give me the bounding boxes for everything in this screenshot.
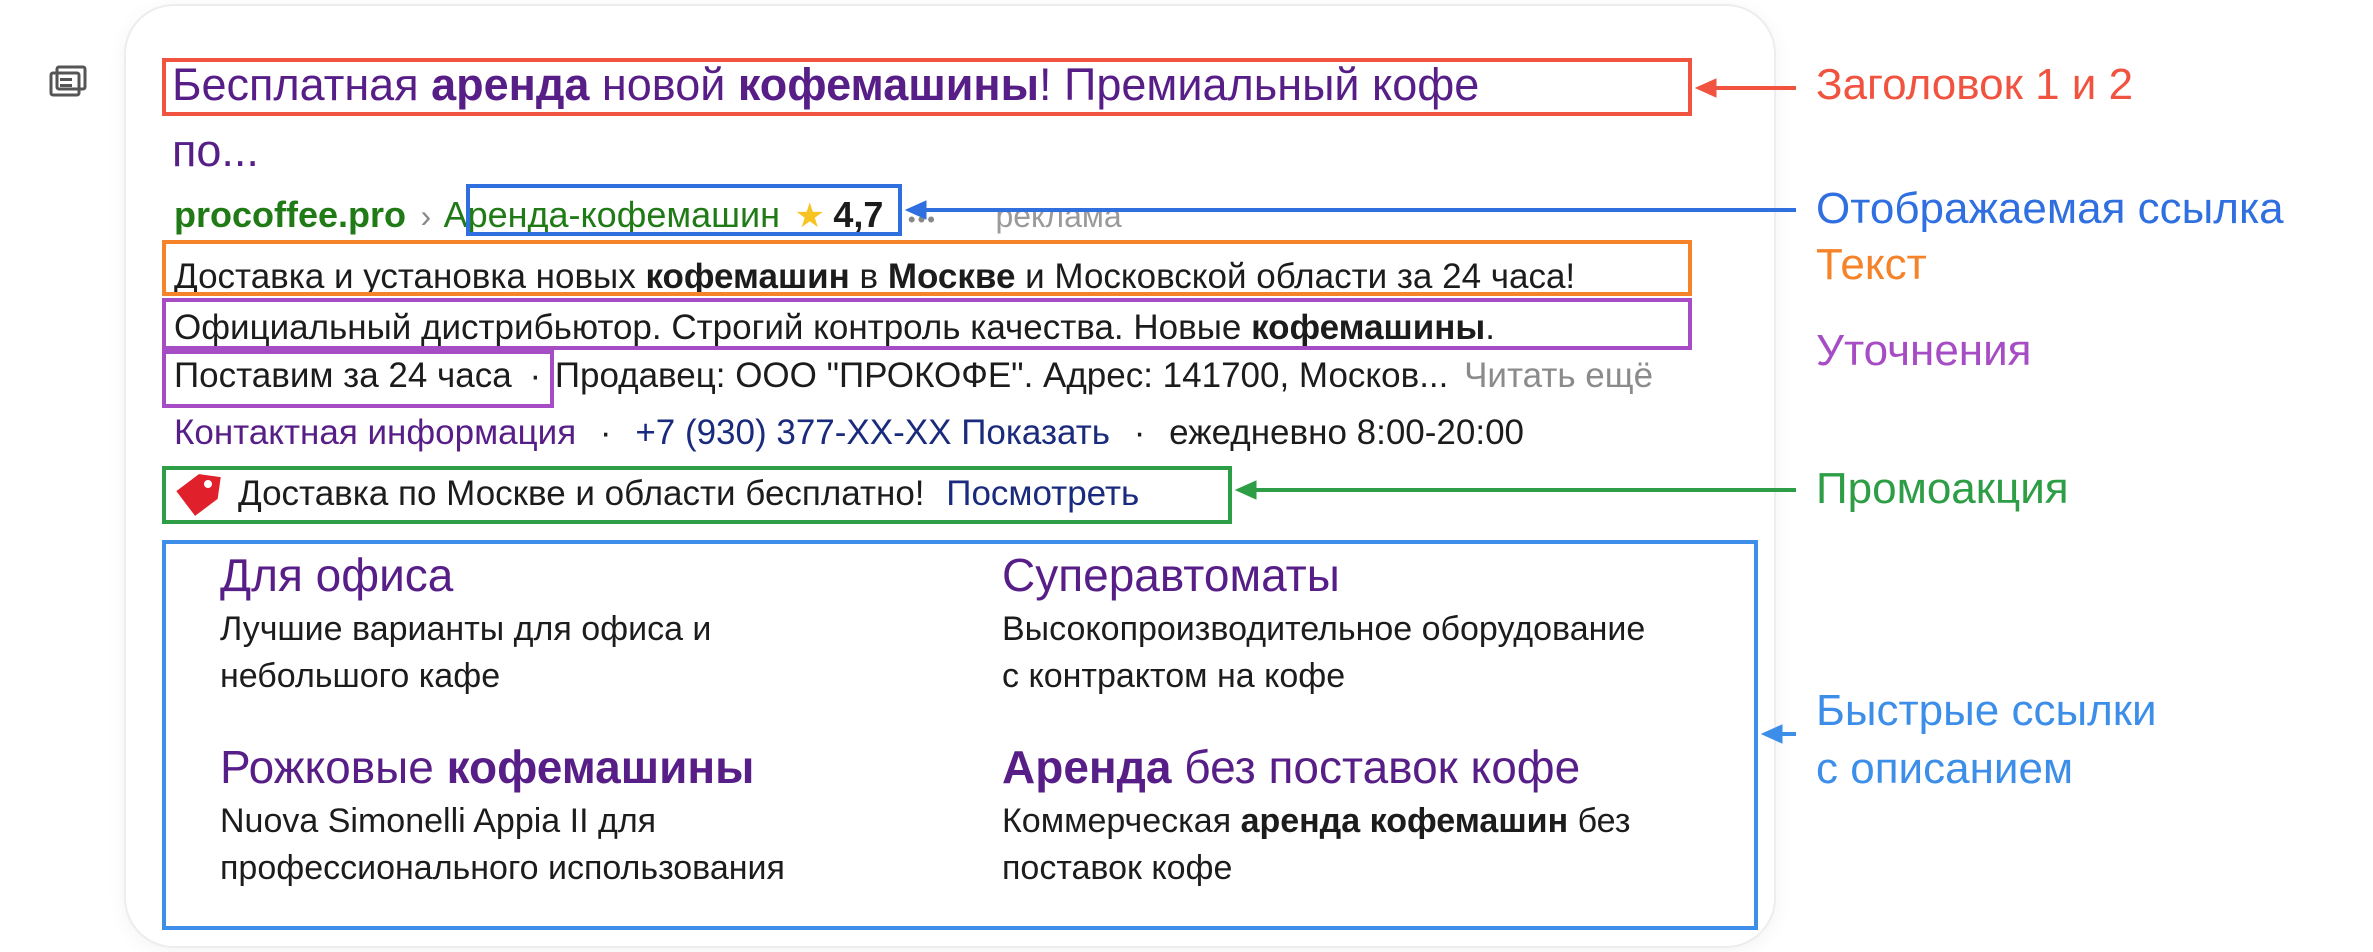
domain-link[interactable]: procoffee.pro [174,194,406,235]
ad-label: реклама [995,198,1122,234]
show-phone-link[interactable]: Показать [961,413,1110,452]
promo-highlight-box [162,466,1232,524]
more-dots-icon[interactable]: ••• [908,207,937,232]
callouts-highlight-box-1 [162,298,1692,350]
ad-badge-icon [49,65,87,97]
annotation-sitelinks-line: с описанием [1816,744,2074,793]
sitelinks-highlight-box [162,540,1758,930]
contacts-dot: · [1133,413,1146,452]
annotation-headline: Заголовок 1 и 2 [1816,60,2134,109]
callouts-highlight-box-2 [162,350,554,408]
annotation-sitelinks: Быстрые ссылки с описанием [1816,682,2157,798]
title-line2: по... [172,125,259,176]
contact-info-link[interactable]: Контактная информация [174,413,576,452]
display-url-highlight-box [466,184,902,236]
annotation-display-url: Отображаемая ссылка [1816,184,2284,233]
breadcrumb-separator: › [420,198,432,234]
annotation-promo: Промоакция [1816,464,2069,513]
headline-highlight-box [162,58,1692,116]
phone-number[interactable]: +7 (930) 377-XX-XX [635,413,951,452]
annotation-sitelinks-line: Быстрые ссылки [1816,686,2157,735]
contacts-dot: · [599,413,612,452]
read-more-link[interactable]: Читать ещё [1464,356,1653,395]
text-highlight-box [162,240,1692,296]
annotation-text: Текст [1816,240,1927,289]
working-hours: ежедневно 8:00-20:00 [1169,413,1524,452]
contacts-row: Контактная информация · +7 (930) 377-XX-… [174,410,1524,456]
seller-info: Продавец: ООО "ПРОКОФЕ". Адрес: 141700, … [554,356,1449,395]
annotation-callouts: Уточнения [1816,326,2032,375]
